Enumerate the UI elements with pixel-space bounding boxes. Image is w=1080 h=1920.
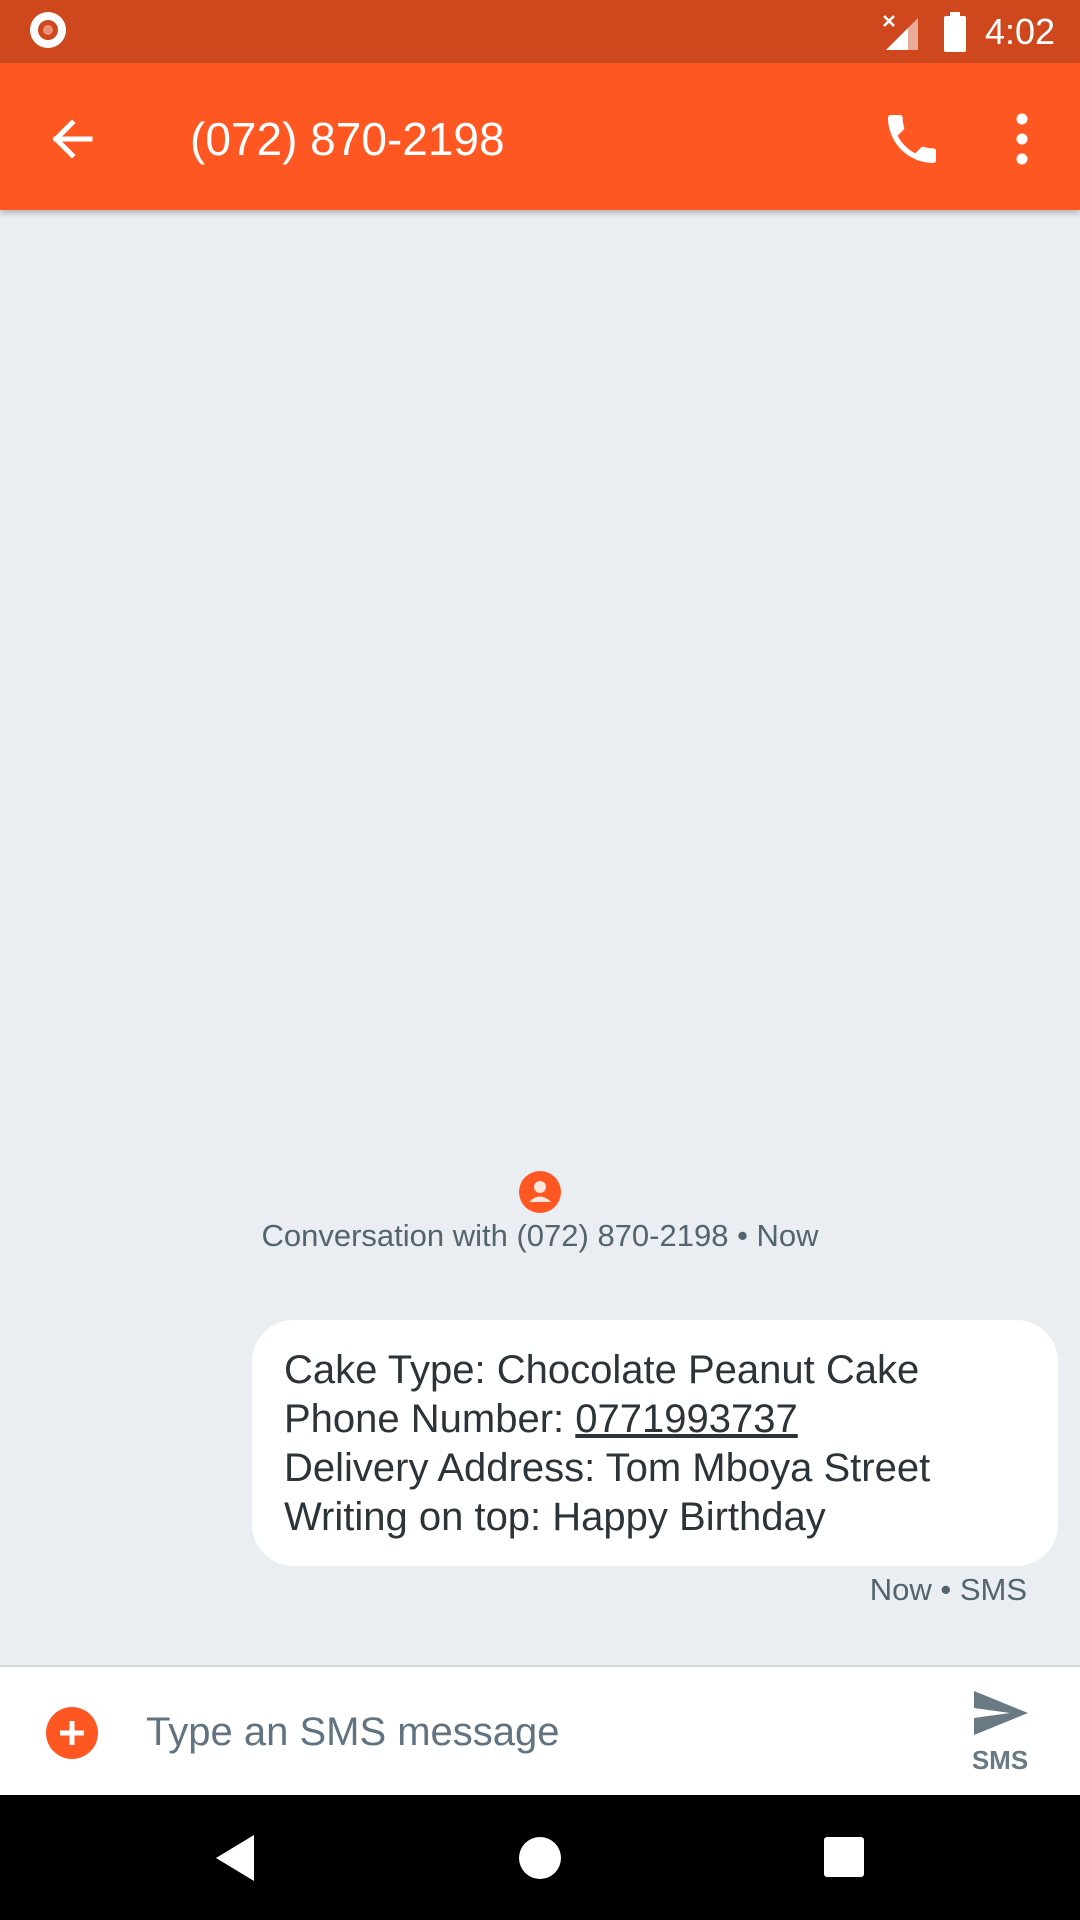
message-line: Writing on top: Happy Birthday [284,1495,826,1539]
nav-home-icon[interactable] [519,1837,561,1879]
conversation-header: Conversation with (072) 870-2198 • Now [261,1218,819,1253]
app-bar: (072) 870-2198 [0,63,1080,210]
send-label: SMS [971,1745,1029,1775]
send-button[interactable]: SMS [964,1685,1036,1781]
person-icon [529,1181,551,1202]
nav-recents-icon[interactable] [824,1837,864,1877]
phone-number-link[interactable]: 0771993737 [575,1397,797,1441]
message-line: Delivery Address: Tom Mboya Street [284,1446,931,1490]
navigation-bar [0,1795,1080,1920]
signal-icon [883,15,918,50]
nav-back-icon[interactable] [214,1833,258,1883]
status-bar: 4:02 [0,0,1080,63]
message-input[interactable] [146,1695,906,1769]
message-line: Phone Number: 0771993737 [284,1395,1026,1444]
plus-icon [60,1721,84,1745]
phone-icon[interactable] [880,107,944,171]
battery-icon [944,12,966,52]
send-icon [974,1691,1028,1735]
message-line: Cake Type: Chocolate Peanut Cake [284,1348,920,1392]
message-status: Now • SMS [869,1572,1027,1607]
message-text: Phone Number: [284,1397,576,1441]
message-bubble[interactable]: Cake Type: Chocolate Peanut Cake Phone N… [252,1320,1058,1566]
status-time: 4:02 [985,11,1056,52]
add-attachment-button[interactable] [46,1707,98,1759]
contact-avatar [519,1171,561,1213]
more-vert-icon[interactable] [1000,107,1044,171]
conversation-title: (072) 870-2198 [190,113,505,165]
record-icon [30,12,66,48]
compose-bar: SMS [0,1665,1080,1795]
back-arrow-icon[interactable] [44,111,100,167]
